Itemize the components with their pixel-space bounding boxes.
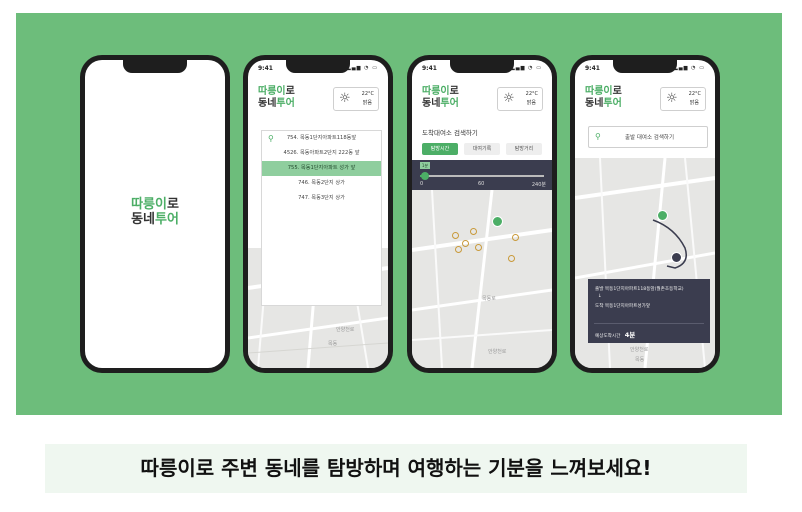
result-item[interactable]: 747. 목동3단지 상가 xyxy=(262,191,381,206)
app-logo: 따릉이로 동네투어 xyxy=(258,86,295,109)
section-title: 도착대여소 검색하기 xyxy=(422,129,478,137)
status-icons: ▂▄▆ ◔ ▭ xyxy=(510,65,542,71)
route-end-text: 도착 목동1단지아파트성가앞 xyxy=(595,304,651,309)
chip-tour-time[interactable]: 탐방시간 xyxy=(422,143,458,155)
weather-temp: 22°C xyxy=(361,91,374,97)
splash-screen: 따릉이로 동네투어 xyxy=(85,60,225,368)
logo-part: 동네 xyxy=(422,97,441,109)
phone-notch xyxy=(450,60,514,73)
logo-part: 따릉이 xyxy=(585,86,613,97)
weather-widget: ☼ 22°C 맑음 xyxy=(333,87,379,111)
map-label: 목동로 xyxy=(482,296,496,302)
route-arrow: ↓ xyxy=(598,294,602,299)
result-item-selected[interactable]: 755. 목동1단지아파트 성가 앞 xyxy=(262,161,381,176)
weather-temp: 22°C xyxy=(525,91,538,97)
phone-notch xyxy=(286,60,350,73)
logo-part: 로 xyxy=(166,197,179,212)
time-slider-panel: 1분 0 60 240분 xyxy=(412,160,552,190)
phone-route-result: 9:41 ▂▄▆ ◔ ▭ 따릉이로 동네투어 ☼ 22°C 맑음 ⚲ 출발 대여… xyxy=(570,55,720,373)
search-icon[interactable]: ⚲ xyxy=(268,134,274,143)
caption-box: 따릉이로 주변 동네를 탐방하며 여행하는 기분을 느껴보세요! xyxy=(45,444,747,493)
status-time: 9:41 xyxy=(422,65,437,72)
search-results-dropdown: ⚲ 754. 목동1단지아파트118동앞 4526. 목동아파트2단지 222동… xyxy=(261,130,382,306)
eta-value: 4분 xyxy=(624,331,636,339)
station-marker[interactable] xyxy=(470,228,477,235)
status-icons: ▂▄▆ ◔ ▭ xyxy=(673,65,705,71)
app-logo: 따릉이로 동네투어 xyxy=(85,197,225,228)
logo-part: 동네 xyxy=(258,97,277,109)
route-result-screen: 9:41 ▂▄▆ ◔ ▭ 따릉이로 동네투어 ☼ 22°C 맑음 ⚲ 출발 대여… xyxy=(575,60,715,368)
map-label: 목동 xyxy=(328,341,338,347)
phone-splash: 따릉이로 동네투어 xyxy=(80,55,230,373)
station-marker[interactable] xyxy=(475,244,482,251)
search-icon: ⚲ xyxy=(595,132,601,141)
eta-row: 예상도착시간 4분 xyxy=(595,329,635,339)
map-label: 안양천로 xyxy=(336,327,355,333)
status-icons: ▂▄▆ ◔ ▭ xyxy=(346,65,378,71)
map-roads xyxy=(412,190,552,368)
eta-label: 예상도착시간 xyxy=(595,334,621,339)
weather-condition: 맑음 xyxy=(689,100,699,106)
station-marker-start[interactable] xyxy=(492,216,503,227)
slider-mid-label: 60 xyxy=(478,181,485,187)
weather-widget: ☼ 22°C 맑음 xyxy=(660,87,706,111)
map-label: 안양천로 xyxy=(488,349,507,355)
station-marker[interactable] xyxy=(508,255,515,262)
result-item[interactable]: 4526. 목동아파트2단지 222동 앞 xyxy=(262,146,381,161)
app-logo: 따릉이로 동네투어 xyxy=(422,86,459,109)
app-logo: 따릉이로 동네투어 xyxy=(585,86,622,109)
weather-condition: 맑음 xyxy=(526,100,536,106)
route-info-card: 출발 목동1단지아파트118동앞(월촌초등학교) ↓ 도착 목동1단지아파트성가… xyxy=(588,279,710,343)
logo-part: 동네 xyxy=(131,211,155,227)
logo-part: 투어 xyxy=(440,97,459,109)
map-label: 목동 xyxy=(635,357,645,363)
phone-notch xyxy=(123,60,187,73)
logo-part: 따릉이 xyxy=(131,197,167,212)
logo-part: 투어 xyxy=(155,211,179,227)
status-time: 9:41 xyxy=(258,65,273,72)
logo-part: 따릉이 xyxy=(258,86,286,97)
route-start-text: 출발 목동1단지아파트118동앞(월촌초등학교) xyxy=(595,287,684,292)
phone-search-results: 9:41 ▂▄▆ ◔ ▭ 따릉이로 동네투어 ☼ 22°C 맑음 안양천로 목동 xyxy=(243,55,393,373)
logo-part: 로 xyxy=(612,86,622,97)
search-placeholder: 출발 대여소 검색하기 xyxy=(625,135,675,141)
station-marker[interactable] xyxy=(512,234,519,241)
status-time: 9:41 xyxy=(585,65,600,72)
search-results-screen: 9:41 ▂▄▆ ◔ ▭ 따릉이로 동네투어 ☼ 22°C 맑음 안양천로 목동 xyxy=(248,60,388,368)
logo-part: 투어 xyxy=(603,97,622,109)
logo-part: 로 xyxy=(285,86,295,97)
map-view[interactable]: 목동로 안양천로 xyxy=(412,190,552,368)
slider-value-bubble: 1분 xyxy=(420,162,430,169)
weather-widget: ☼ 22°C 맑음 xyxy=(497,87,543,111)
logo-part: 동네 xyxy=(585,97,604,109)
sun-icon: ☼ xyxy=(666,91,678,106)
result-item[interactable]: 746. 목동2단지 상가 xyxy=(262,176,381,191)
divider xyxy=(594,323,704,324)
logo-part: 로 xyxy=(449,86,459,97)
slider-max-label: 240분 xyxy=(531,182,546,188)
phone-arrival-search: 9:41 ▂▄▆ ◔ ▭ 따릉이로 동네투어 ☼ 22°C 맑음 도착대여소 검… xyxy=(407,55,557,373)
station-marker[interactable] xyxy=(452,232,459,239)
map-label: 안양천로 xyxy=(630,347,649,353)
station-marker[interactable] xyxy=(455,246,462,253)
weather-condition: 맑음 xyxy=(362,100,372,106)
chip-rental-history[interactable]: 대여기록 xyxy=(464,143,500,155)
start-station-search[interactable]: ⚲ 출발 대여소 검색하기 xyxy=(588,126,708,148)
caption-text: 따릉이로 주변 동네를 탐방하며 여행하는 기분을 느껴보세요! xyxy=(140,456,652,480)
route-end-marker[interactable] xyxy=(671,252,682,263)
route-start-marker[interactable] xyxy=(657,210,668,221)
weather-temp: 22°C xyxy=(688,91,701,97)
sun-icon: ☼ xyxy=(339,91,351,106)
slider-track[interactable] xyxy=(420,175,544,177)
slider-handle[interactable] xyxy=(421,172,429,180)
phone-notch xyxy=(613,60,677,73)
logo-part: 투어 xyxy=(276,97,295,109)
logo-part: 따릉이 xyxy=(422,86,450,97)
result-item[interactable]: 754. 목동1단지아파트118동앞 xyxy=(262,131,381,146)
sun-icon: ☼ xyxy=(503,91,515,106)
slider-min-label: 0 xyxy=(420,181,424,187)
chip-tour-distance[interactable]: 탐방거리 xyxy=(506,143,542,155)
station-marker[interactable] xyxy=(462,240,469,247)
arrival-search-screen: 9:41 ▂▄▆ ◔ ▭ 따릉이로 동네투어 ☼ 22°C 맑음 도착대여소 검… xyxy=(412,60,552,368)
